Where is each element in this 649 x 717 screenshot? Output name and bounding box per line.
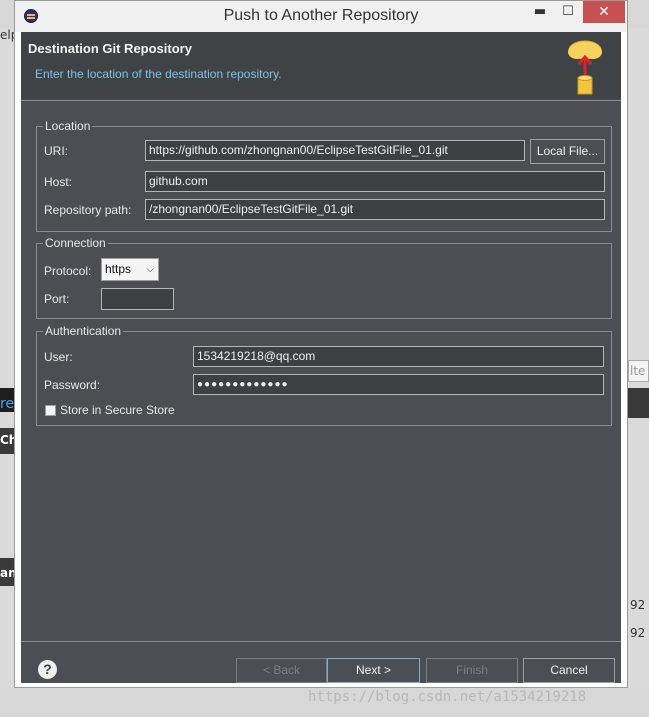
bg-fragment: 92 — [630, 626, 646, 640]
location-group: Location URI: https://github.com/zhongna… — [36, 119, 612, 232]
bg-fragment: Ch — [0, 433, 14, 447]
authentication-legend: Authentication — [43, 324, 124, 338]
user-label: User: — [44, 350, 73, 364]
protocol-value: https — [105, 262, 132, 276]
bg-fragment: an — [0, 566, 14, 580]
page-title: Destination Git Repository — [28, 41, 192, 56]
banner-separator — [21, 100, 621, 101]
close-button[interactable]: ✕ — [583, 1, 625, 23]
repository-path-input[interactable]: /zhongnan00/EclipseTestGitFile_01.git — [145, 199, 605, 220]
port-input[interactable] — [101, 288, 174, 310]
background-app-right: lte 92 92 — [628, 28, 649, 688]
cancel-button[interactable]: Cancel — [523, 658, 615, 683]
finish-button[interactable]: Finish — [426, 658, 518, 683]
authentication-group: Authentication User: 1534219218@qq.com P… — [36, 324, 612, 426]
background-app-left: elp re Ch an — [0, 28, 14, 688]
protocol-label: Protocol: — [44, 264, 92, 278]
minimize-button[interactable]: ▬ — [525, 1, 555, 23]
footer-separator — [21, 641, 621, 642]
location-legend: Location — [43, 119, 93, 133]
password-label: Password: — [44, 378, 101, 392]
uri-label: URI: — [44, 144, 68, 158]
next-button[interactable]: Next > — [327, 658, 420, 683]
user-input[interactable]: 1534219218@qq.com — [193, 346, 604, 367]
bg-fragment: lte — [630, 364, 646, 378]
wizard-banner: Destination Git Repository Enter the loc… — [21, 32, 621, 99]
page-description: Enter the location of the destination re… — [35, 67, 282, 81]
uri-input[interactable]: https://github.com/zhongnan00/EclipseTes… — [145, 140, 525, 161]
connection-group: Connection Protocol: https ⌵ Port: — [36, 236, 612, 319]
chevron-down-icon: ⌵ — [146, 264, 154, 275]
watermark: https://blog.csdn.net/a1534219218 — [308, 689, 587, 705]
port-label: Port: — [44, 292, 70, 306]
repository-path-label: Repository path: — [44, 203, 132, 217]
title-bar[interactable]: Push to Another Repository ▬ ☐ ✕ — [15, 1, 627, 32]
host-input[interactable]: github.com — [145, 171, 605, 192]
bg-panel — [628, 388, 649, 418]
bg-fragment: re — [0, 396, 14, 412]
local-file-button[interactable]: Local File... — [530, 139, 605, 164]
protocol-select[interactable]: https ⌵ — [101, 258, 159, 281]
bg-fragment: 92 — [630, 598, 646, 612]
help-icon[interactable]: ? — [38, 660, 57, 679]
push-dialog: Push to Another Repository ▬ ☐ ✕ Destina… — [14, 0, 628, 688]
back-button[interactable]: < Back — [236, 658, 327, 683]
git-cloud-push-icon — [568, 40, 602, 95]
wizard-content: Destination Git Repository Enter the loc… — [21, 32, 621, 683]
store-secure-checkbox[interactable] — [45, 405, 56, 416]
password-input[interactable]: ●●●●●●●●●●●●● — [193, 374, 604, 395]
host-label: Host: — [44, 175, 73, 189]
store-secure-label[interactable]: Store in Secure Store — [60, 403, 175, 417]
maximize-button[interactable]: ☐ — [553, 1, 583, 23]
bg-fragment: elp — [0, 28, 14, 42]
connection-legend: Connection — [43, 236, 108, 250]
